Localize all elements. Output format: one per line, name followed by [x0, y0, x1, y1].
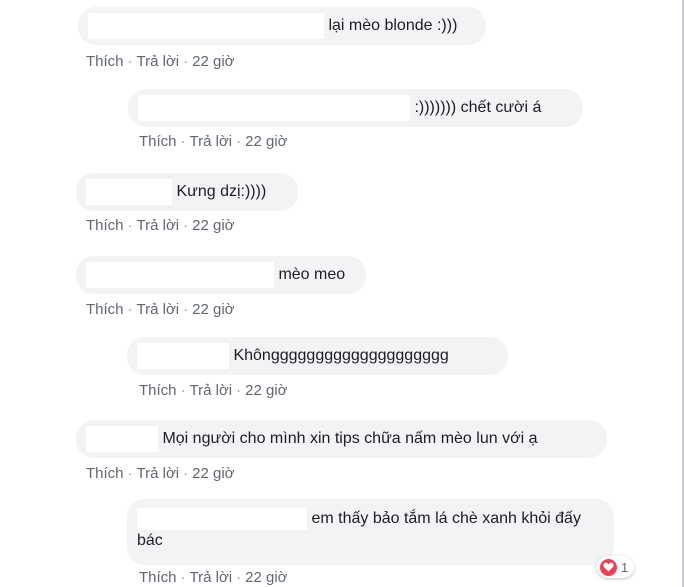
redacted-author-name[interactable]	[86, 262, 274, 288]
redacted-author-name[interactable]	[137, 508, 307, 530]
timestamp-link[interactable]: 22 giờ	[245, 382, 287, 399]
timestamp-link[interactable]: 22 giờ	[192, 217, 234, 234]
comment-bubble: :))))))) chết cười á	[128, 89, 583, 127]
reply-link[interactable]: Trả lời	[190, 133, 233, 150]
comment-bubble: lại mèo blonde :)))	[78, 7, 486, 45]
comment-text: :))))))) chết cười á	[414, 99, 542, 116]
comment-bubble: Mọi người cho mình xin tips chữa nấm mèo…	[76, 420, 607, 458]
timestamp-link[interactable]: 22 giờ	[192, 53, 234, 70]
timestamp-link[interactable]: 22 giờ	[245, 569, 287, 586]
timestamp-link[interactable]: 22 giờ	[192, 465, 234, 482]
comment-text: Kưng dzị:))))	[176, 183, 267, 200]
reply-link[interactable]: Trả lời	[137, 53, 180, 70]
comment-actions: Thích · Trả lời · 22 giờ	[139, 133, 288, 150]
redacted-author-name[interactable]	[86, 426, 158, 452]
comment-actions: Thích · Trả lời · 22 giờ	[86, 301, 235, 318]
like-link[interactable]: Thích	[86, 465, 124, 482]
comment-bubble: mèo meo	[76, 256, 366, 294]
comment-actions: Thích · Trả lời · 22 giờ	[139, 382, 288, 399]
reply-link[interactable]: Trả lời	[190, 569, 233, 586]
like-link[interactable]: Thích	[139, 382, 177, 399]
reaction-summary[interactable]: 1	[597, 556, 635, 578]
like-link[interactable]: Thích	[86, 53, 124, 70]
redacted-author-name[interactable]	[88, 13, 324, 39]
comment-text: Khôngggggggggggggggggggg	[233, 347, 449, 364]
comment-bubble: Kưng dzị:))))	[76, 173, 298, 211]
comment-actions: Thích · Trả lời · 22 giờ	[86, 465, 235, 482]
redacted-author-name[interactable]	[138, 95, 410, 121]
redacted-author-name[interactable]	[137, 343, 229, 369]
comment-text: lại mèo blonde :)))	[328, 17, 458, 34]
reply-link[interactable]: Trả lời	[137, 217, 180, 234]
comment-text: Mọi người cho mình xin tips chữa nấm mèo…	[162, 430, 538, 447]
reaction-count: 1	[621, 559, 629, 575]
comment-actions: Thích · Trả lời · 22 giờ	[86, 217, 235, 234]
comment-text: mèo meo	[278, 266, 346, 283]
reply-link[interactable]: Trả lời	[137, 301, 180, 318]
comment-actions: Thích · Trả lời · 22 giờ	[139, 569, 288, 586]
timestamp-link[interactable]: 22 giờ	[245, 133, 287, 150]
reply-link[interactable]: Trả lời	[137, 465, 180, 482]
like-link[interactable]: Thích	[139, 569, 177, 586]
like-link[interactable]: Thích	[139, 133, 177, 150]
comment-bubble: em thấy bảo tắm lá chè xanh khỏi đấy bác	[127, 499, 614, 565]
comment-actions: Thích · Trả lời · 22 giờ	[86, 53, 235, 70]
reply-link[interactable]: Trả lời	[190, 382, 233, 399]
like-link[interactable]: Thích	[86, 217, 124, 234]
redacted-author-name[interactable]	[86, 179, 172, 205]
like-link[interactable]: Thích	[86, 301, 124, 318]
timestamp-link[interactable]: 22 giờ	[192, 301, 234, 318]
heart-icon	[600, 558, 617, 576]
comment-bubble: Khôngggggggggggggggggggg	[127, 337, 508, 375]
